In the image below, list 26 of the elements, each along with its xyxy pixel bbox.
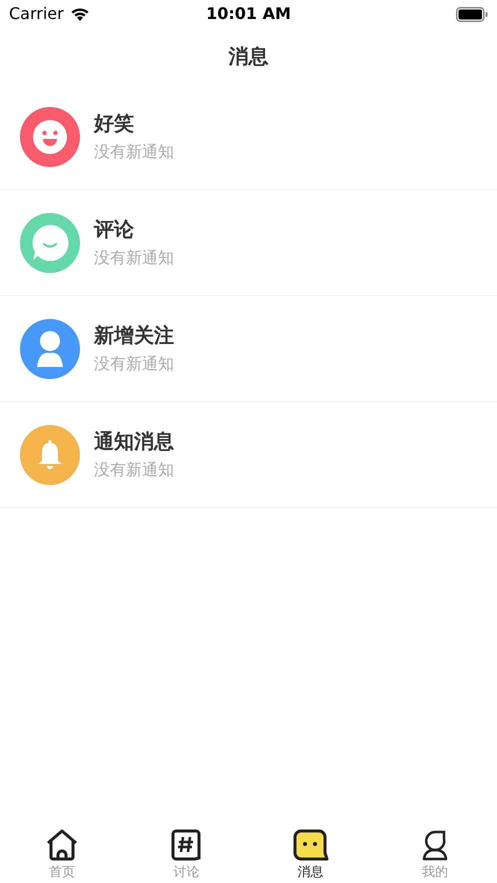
person-icon <box>34 330 66 366</box>
message-icon <box>292 829 329 861</box>
row-title: 新增关注 <box>94 323 174 348</box>
row-title: 好笑 <box>94 111 135 136</box>
wifi-icon <box>70 7 90 21</box>
carrier-label: Carrier <box>9 3 64 25</box>
notification-row[interactable]: 新增关注 没有新通知 <box>0 296 497 402</box>
smiley-icon <box>33 120 67 154</box>
notification-row[interactable]: 通知消息 没有新通知 <box>0 402 497 508</box>
tab-bar-item[interactable]: 消息 <box>248 829 373 882</box>
row-subtitle: 没有新通知 <box>94 142 174 162</box>
row-subtitle: 没有新通知 <box>94 248 174 268</box>
person-icon <box>420 829 449 861</box>
bell-icon <box>36 440 64 470</box>
chat-bubble-icon <box>30 222 70 262</box>
notification-row[interactable]: 评论 没有新通知 <box>0 190 497 296</box>
notification-row[interactable]: 好笑 没有新通知 <box>0 84 497 190</box>
home-icon <box>45 829 80 861</box>
row-subtitle: 没有新通知 <box>94 460 174 480</box>
hashtag-icon <box>171 829 202 861</box>
page-title: 消息 <box>228 43 268 70</box>
row-title: 评论 <box>94 217 135 242</box>
row-title: 通知消息 <box>94 429 174 454</box>
battery-icon <box>456 6 488 22</box>
row-subtitle: 没有新通知 <box>94 354 174 374</box>
clock-label: 10:01 AM <box>206 3 291 25</box>
